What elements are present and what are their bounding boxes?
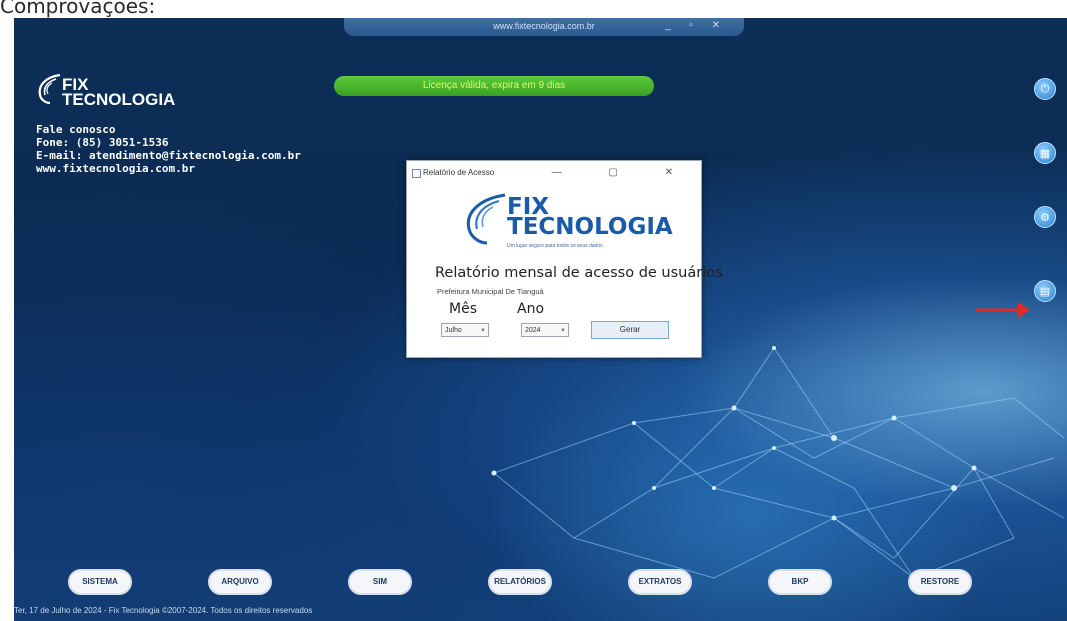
contact-info: Fale conosco Fone: (85) 3051-1536 E-mail… — [36, 123, 301, 175]
window-titlebar[interactable]: www.fixtecnologia.com.br _ ▫ ✕ — [344, 18, 744, 36]
calculator-icon[interactable]: ▦ — [1034, 142, 1056, 164]
menu-button-arquivo[interactable]: ARQUIVO — [208, 569, 272, 595]
chevron-down-icon: ▼ — [560, 328, 566, 334]
dialog-subtitle: Prefeitura Municipal De Tianguá — [437, 287, 544, 296]
access-report-dialog: Relatório de Acesso — ▢ ✕ FIX TECNOLOGIA… — [406, 160, 723, 358]
dialog-minimize-icon[interactable]: — — [552, 167, 584, 178]
dialog-logo: FIX TECNOLOGIA Um lugar seguro para todo… — [463, 193, 673, 257]
menu-button-restore[interactable]: RESTORE — [908, 569, 972, 595]
fix-logo-icon — [466, 193, 506, 245]
menu-button-sim[interactable]: SIM — [348, 569, 412, 595]
dialog-maximize-icon[interactable]: ▢ — [608, 167, 639, 178]
dialog-slogan: Um lugar seguro para todos os seus dados — [507, 243, 603, 249]
menu-button-sistema[interactable]: SISTEMA — [68, 569, 132, 595]
maximize-icon[interactable]: ▫ — [689, 20, 701, 31]
license-banner: Licença válida, expira em 9 dias — [334, 76, 654, 96]
logo-line-2: TECNOLOGIA — [62, 90, 176, 109]
month-label: Mês — [449, 301, 477, 317]
menu-button-bkp[interactable]: BKP — [768, 569, 832, 595]
generate-button[interactable]: Gerar — [591, 321, 669, 339]
close-icon[interactable]: ✕ — [712, 20, 728, 31]
year-label: Ano — [517, 301, 545, 317]
contact-phone: Fone: (85) 3051-1536 — [36, 136, 169, 149]
page-caption: Comprovações: — [0, 0, 156, 18]
dialog-logo-line-2: TECNOLOGIA — [507, 214, 673, 240]
dialog-heading: Relatório mensal de acesso de usuários — [435, 265, 723, 281]
app-screen: www.fixtecnologia.com.br _ ▫ ✕ FIX TECNO… — [14, 18, 1067, 621]
report-icon[interactable]: ▤ — [1034, 280, 1056, 302]
window-controls[interactable]: _ ▫ ✕ — [665, 18, 728, 34]
footer-copyright: Ter, 17 de Julho de 2024 - Fix Tecnologi… — [14, 606, 313, 615]
settings-icon[interactable]: ⚙ — [1034, 206, 1056, 228]
window-title: www.fixtecnologia.com.br — [493, 21, 595, 31]
month-select[interactable]: Julho ▼ — [441, 323, 489, 337]
month-select-value: Julho — [445, 327, 462, 334]
year-select[interactable]: 2024 ▼ — [521, 323, 569, 337]
dialog-titlebar[interactable]: Relatório de Acesso — ▢ ✕ — [407, 161, 701, 185]
power-icon[interactable]: ⏻ — [1034, 78, 1056, 100]
contact-heading: Fale conosco — [36, 123, 116, 136]
red-arrow-annotation — [976, 302, 1030, 318]
fix-logo-icon — [38, 73, 61, 105]
menu-button-extratos[interactable]: EXTRATOS — [628, 569, 692, 595]
year-select-value: 2024 — [525, 327, 541, 334]
chevron-down-icon: ▼ — [480, 328, 486, 334]
dialog-close-icon[interactable]: ✕ — [665, 167, 695, 178]
dialog-app-icon — [412, 169, 421, 178]
menu-button-relatorios[interactable]: RELATÓRIOS — [488, 569, 552, 595]
dialog-title: Relatório de Acesso — [423, 168, 495, 177]
contact-email: E-mail: atendimento@fixtecnologia.com.br — [36, 149, 301, 162]
minimize-icon[interactable]: _ — [665, 20, 679, 31]
contact-site: www.fixtecnologia.com.br — [36, 162, 195, 175]
